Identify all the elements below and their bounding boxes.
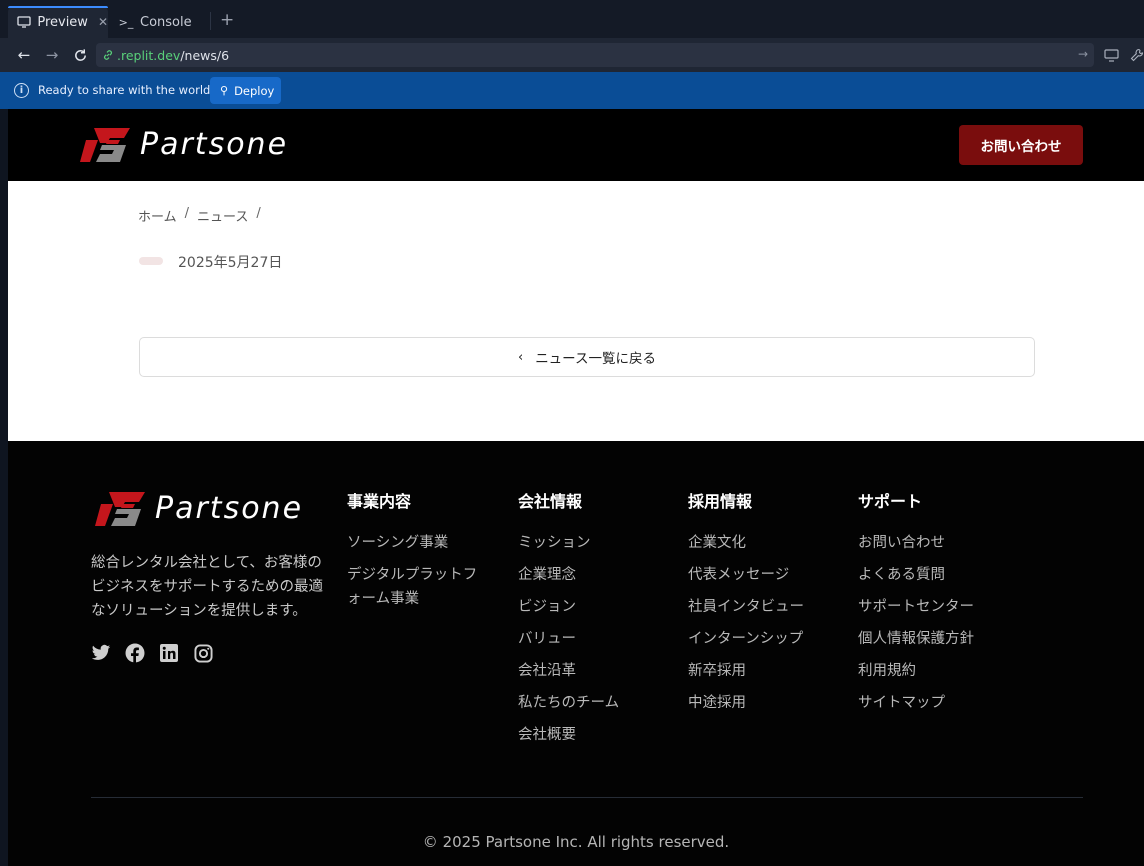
footer-link[interactable]: デジタルプラットフォーム事業 [347,563,487,611]
footer-link[interactable]: 利用規約 [858,659,1028,683]
footer-link[interactable]: サイトマップ [858,691,1028,715]
breadcrumb-separator: / [184,206,190,221]
tab-console[interactable]: >_ Console [114,6,210,38]
footer-link[interactable]: ソーシング事業 [347,531,487,555]
address-bar: ← → .replit.dev/news/6 → [0,38,1144,72]
footer-link[interactable]: お問い合わせ [858,531,1028,555]
footer-column-business: 事業内容 ソーシング事業 デジタルプラットフォーム事業 [347,491,487,619]
info-icon: i [14,83,29,98]
footer-column-recruitment: 採用情報 企業文化 代表メッセージ 社員インタビュー インターンシップ 新卒採用… [688,491,838,723]
header-logo[interactable]: Partsone [80,127,288,162]
info-message: Ready to share with the world? [38,83,217,97]
footer-link[interactable]: 会社沿革 [518,659,668,683]
partsone-logo-mark-icon [95,491,145,526]
breadcrumb-home[interactable]: ホーム [138,206,177,225]
monitor-icon [16,14,31,30]
wrench-icon[interactable] [1129,47,1144,63]
breadcrumb-separator: / [256,206,261,221]
instagram-icon[interactable] [193,643,213,663]
footer-link[interactable]: 社員インタビュー [688,595,838,619]
browser-tab-bar: Preview ✕ >_ Console + [0,0,1144,38]
footer-link[interactable]: 中途採用 [688,691,838,715]
url-host: .replit.dev [117,47,181,63]
back-button-label: ニュース一覧に戻る [535,351,657,367]
site-header: Partsone 会社情報 採用情報 事業内容 お問い合わせ [8,109,1144,181]
footer-link[interactable]: サポートセンター [858,595,1028,619]
deploy-icon: ⚲ [220,84,229,97]
footer-link[interactable]: バリュー [518,627,668,651]
new-tab-button[interactable]: + [220,10,234,30]
back-arrow-icon[interactable]: ← [14,45,34,65]
footer-link[interactable]: 代表メッセージ [688,563,838,587]
footer-column-company: 会社情報 ミッション 企業理念 ビジョン バリュー 会社沿革 私たちのチーム 会… [518,491,668,755]
article-date: 2025年5月27日 [178,255,283,271]
footer-link[interactable]: ビジョン [518,595,668,619]
footer-column-support: サポート お問い合わせ よくある質問 サポートセンター 個人情報保護方針 利用規… [858,491,1028,723]
contact-button[interactable]: お問い合わせ [959,125,1083,165]
facebook-icon[interactable] [125,643,145,663]
url-input[interactable]: .replit.dev/news/6 → [96,43,1094,67]
breadcrumb-news[interactable]: ニュース [197,206,248,225]
page-viewport: Partsone 会社情報 採用情報 事業内容 お問い合わせ ホーム / ニュー… [8,109,1144,866]
close-icon[interactable]: ✕ [98,15,108,29]
twitter-icon[interactable] [91,643,111,663]
nav-company-info[interactable]: 会社情報 [8,113,72,132]
deploy-label: Deploy [234,83,275,98]
footer-link[interactable]: 個人情報保護方針 [858,627,1028,651]
devices-icon[interactable] [1103,47,1119,63]
breadcrumb: ホーム / ニュース / [138,206,261,225]
link-icon [102,49,114,61]
footer-link[interactable]: 私たちのチーム [518,691,668,715]
footer-link[interactable]: ミッション [518,531,668,555]
forward-arrow-icon[interactable]: → [42,45,62,65]
footer-link[interactable]: 新卒採用 [688,659,838,683]
footer-link[interactable]: 企業文化 [688,531,838,555]
terminal-icon: >_ [118,15,134,29]
footer-column-title: 事業内容 [347,492,412,511]
footer-logo[interactable]: Partsone [95,491,303,526]
deploy-info-bar: i Ready to share with the world? ⚲ Deplo… [0,72,1144,109]
tab-label: Preview [37,14,88,30]
footer-column-title: サポート [858,492,923,511]
footer-link[interactable]: インターンシップ [688,627,838,651]
category-tag [139,257,163,265]
footer-divider [91,797,1083,798]
chevron-left-icon: ‹ [517,349,524,365]
go-arrow-icon[interactable]: → [1078,47,1088,61]
logo-wordmark: Partsone [140,127,289,162]
footer-column-title: 会社情報 [518,492,583,511]
linkedin-icon[interactable] [159,643,179,663]
tab-divider [210,12,211,30]
footer-description: 総合レンタル会社として、お客様のビジネスをサポートするための最適なソリューション… [91,555,323,619]
copyright-text: © 2025 Partsone Inc. All rights reserved… [422,833,730,851]
reload-icon[interactable] [70,45,90,65]
site-footer: Partsone 総合レンタル会社として、お客様のビジネスをサポートするための最… [8,441,1144,866]
footer-link[interactable]: 企業理念 [518,563,668,587]
url-path: /news/6 [180,47,230,63]
deploy-button[interactable]: ⚲ Deploy [210,77,281,104]
back-to-news-button[interactable]: ‹ ニュース一覧に戻る [139,337,1035,377]
footer-link[interactable]: よくある質問 [858,563,1028,587]
tab-preview[interactable]: Preview ✕ [8,6,108,38]
footer-link[interactable]: 会社概要 [518,723,668,747]
footer-column-title: 採用情報 [688,492,753,511]
logo-wordmark: Partsone [155,491,304,526]
tab-label: Console [140,14,192,30]
partsone-logo-mark-icon [80,127,130,162]
social-links [91,643,213,663]
